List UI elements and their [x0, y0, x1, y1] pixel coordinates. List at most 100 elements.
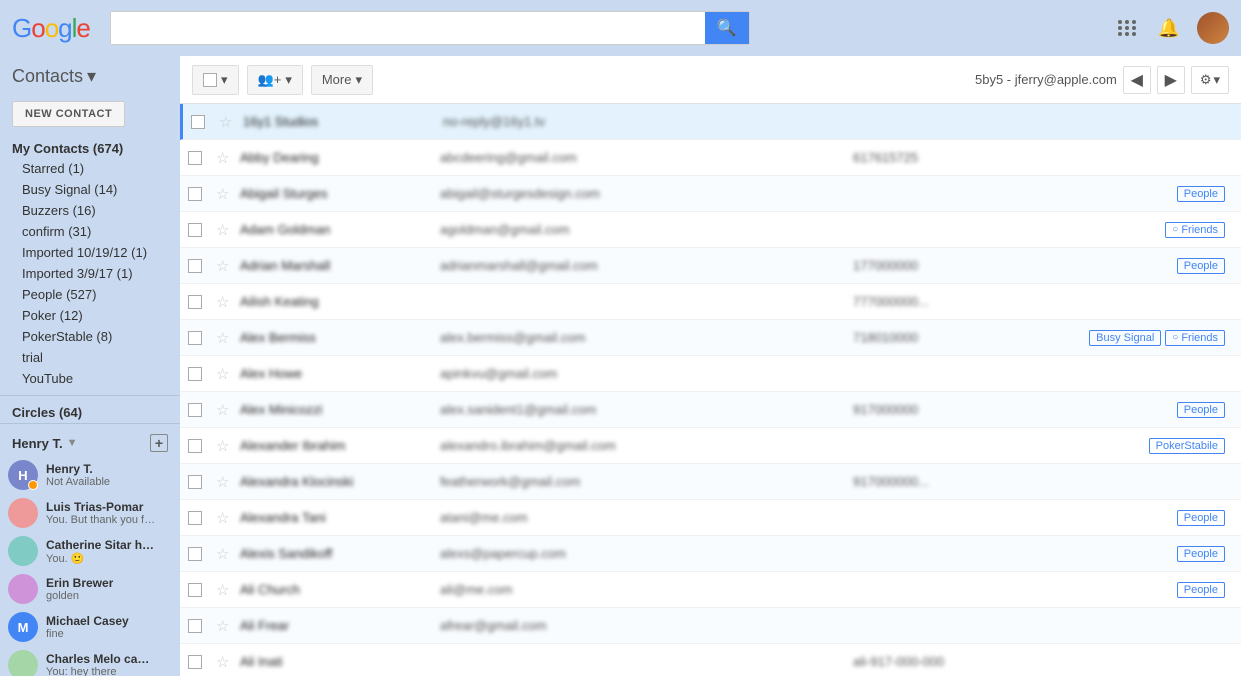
table-row[interactable]: ☆ Ali Inati ali-917-000-000	[180, 644, 1241, 676]
tag-friends[interactable]: Friends	[1165, 222, 1225, 238]
tag-people[interactable]: People	[1177, 186, 1225, 202]
row-checkbox[interactable]	[191, 115, 205, 129]
sidebar-item-imported-1[interactable]: Imported 10/19/12 (1)	[0, 242, 180, 263]
table-row[interactable]: ☆ Alex Howe apinkvu@gmail.com	[180, 356, 1241, 392]
sidebar-item-people[interactable]: People (527)	[0, 284, 180, 305]
table-row[interactable]: ☆ Ali Church ali@me.com People	[180, 572, 1241, 608]
select-checkbox[interactable]	[203, 73, 217, 87]
tag-people[interactable]: People	[1177, 510, 1225, 526]
select-dropdown-icon: ▾	[221, 72, 228, 88]
sidebar-item-imported-2[interactable]: Imported 3/9/17 (1)	[0, 263, 180, 284]
table-row[interactable]: ☆ Ailish Keating 777000000...	[180, 284, 1241, 320]
star-icon[interactable]: ☆	[219, 113, 243, 131]
table-row[interactable]: ☆ Alexander Ibrahim alexandro.ibrahim@gm…	[180, 428, 1241, 464]
apps-icon[interactable]	[1113, 14, 1141, 42]
sidebar-item-poker[interactable]: Poker (12)	[0, 305, 180, 326]
star-icon[interactable]: ☆	[216, 329, 240, 347]
tag-pokerstabile[interactable]: PokerStabile	[1149, 438, 1225, 454]
my-contacts-group[interactable]: My Contacts (674)	[0, 135, 180, 158]
row-checkbox[interactable]	[188, 403, 202, 417]
chat-item-luis[interactable]: Luis Trias-Pomar You. But thank you fo..…	[0, 494, 180, 532]
chat-item-catherine[interactable]: Catherine Sitar han... You. 🙂	[0, 532, 180, 570]
contact-name: Alexandra Klocinski	[240, 474, 440, 489]
sidebar-item-buzzers[interactable]: Buzzers (16)	[0, 200, 180, 221]
chat-item-michael[interactable]: M Michael Casey fine	[0, 608, 180, 646]
star-icon[interactable]: ☆	[216, 581, 240, 599]
row-checkbox[interactable]	[188, 151, 202, 165]
row-checkbox[interactable]	[188, 439, 202, 453]
contact-name: Ali Church	[240, 582, 440, 597]
row-checkbox[interactable]	[188, 547, 202, 561]
table-row[interactable]: ☆ Alex Minicozzi alex.sanident1@gmail.co…	[180, 392, 1241, 428]
table-row[interactable]: ☆ Alexis Sandikoff alexs@papercup.com Pe…	[180, 536, 1241, 572]
star-icon[interactable]: ☆	[216, 149, 240, 167]
row-checkbox[interactable]	[188, 295, 202, 309]
row-checkbox[interactable]	[188, 187, 202, 201]
row-checkbox[interactable]	[188, 259, 202, 273]
row-checkbox[interactable]	[188, 655, 202, 669]
star-icon[interactable]: ☆	[216, 221, 240, 239]
table-row[interactable]: ☆ Abigail Sturges abigail@sturgesdesign.…	[180, 176, 1241, 212]
luis-info: Luis Trias-Pomar You. But thank you fo..…	[46, 500, 156, 526]
table-row[interactable]: ☆ 16y1 Studios no-reply@16y1.tv	[180, 104, 1241, 140]
tag-people[interactable]: People	[1177, 582, 1225, 598]
star-icon[interactable]: ☆	[216, 473, 240, 491]
prev-button[interactable]: ◀	[1123, 66, 1151, 94]
tag-friends[interactable]: Friends	[1165, 330, 1225, 346]
search-input[interactable]	[111, 12, 705, 44]
contact-name: Ailish Keating	[240, 294, 440, 309]
sidebar-item-circles[interactable]: Circles (64)	[0, 402, 180, 423]
sidebar-item-confirm[interactable]: confirm (31)	[0, 221, 180, 242]
star-icon[interactable]: ☆	[216, 437, 240, 455]
more-button[interactable]: More ▾	[311, 65, 373, 95]
tag-people[interactable]: People	[1177, 402, 1225, 418]
row-checkbox[interactable]	[188, 511, 202, 525]
star-icon[interactable]: ☆	[216, 509, 240, 527]
contacts-title[interactable]: Contacts ▾	[12, 66, 168, 87]
star-icon[interactable]: ☆	[216, 185, 240, 203]
notifications-icon[interactable]: 🔔	[1155, 14, 1183, 42]
table-row[interactable]: ☆ Adrian Marshall adrianmarshall@gmail.c…	[180, 248, 1241, 284]
sidebar-item-busy-signal[interactable]: Busy Signal (14)	[0, 179, 180, 200]
star-icon[interactable]: ☆	[216, 257, 240, 275]
chat-item-henry[interactable]: H Henry T. Not Available	[0, 456, 180, 494]
star-icon[interactable]: ☆	[216, 401, 240, 419]
table-row[interactable]: ☆ Adam Goldman agoldman@gmail.com Friend…	[180, 212, 1241, 248]
sidebar-item-pokerstable[interactable]: PokerStable (8)	[0, 326, 180, 347]
add-person-button[interactable]: 👥+ ▾	[247, 65, 303, 95]
row-checkbox[interactable]	[188, 475, 202, 489]
chat-item-charles[interactable]: Charles Melo cami... You: hey there	[0, 646, 180, 676]
tag-people[interactable]: People	[1177, 258, 1225, 274]
chat-item-erin[interactable]: Erin Brewer golden	[0, 570, 180, 608]
star-icon[interactable]: ☆	[216, 293, 240, 311]
row-checkbox[interactable]	[188, 619, 202, 633]
select-button[interactable]: ▾	[192, 65, 239, 95]
new-contact-button[interactable]: NEW CONTACT	[12, 101, 125, 127]
table-row[interactable]: ☆ Alexandra Klocinski featherwork@gmail.…	[180, 464, 1241, 500]
sidebar-item-starred[interactable]: Starred (1)	[0, 158, 180, 179]
table-row[interactable]: ☆ Alexandra Tani atani@me.com People	[180, 500, 1241, 536]
avatar[interactable]	[1197, 12, 1229, 44]
table-row[interactable]: ☆ Alex Bermiss alex.bermiss@gmail.com 71…	[180, 320, 1241, 356]
row-checkbox[interactable]	[188, 367, 202, 381]
sidebar-item-youtube[interactable]: YouTube	[0, 368, 180, 389]
star-icon[interactable]: ☆	[216, 653, 240, 671]
tag-people[interactable]: People	[1177, 546, 1225, 562]
row-checkbox[interactable]	[188, 583, 202, 597]
search-button[interactable]: 🔍	[705, 12, 749, 44]
contact-name: Ali Inati	[240, 654, 440, 669]
tag-busy-signal[interactable]: Busy Signal	[1089, 330, 1161, 346]
next-button[interactable]: ▶	[1157, 66, 1185, 94]
more-label: More	[322, 72, 352, 87]
add-chat-button[interactable]: +	[150, 434, 168, 452]
row-checkbox[interactable]	[188, 223, 202, 237]
table-row[interactable]: ☆ Abby Dearing abcdeering@gmail.com 6176…	[180, 140, 1241, 176]
contact-tags: PokerStabile	[1013, 438, 1233, 454]
sidebar-item-trial[interactable]: trial	[0, 347, 180, 368]
settings-button[interactable]: ⚙ ▾	[1191, 66, 1229, 94]
star-icon[interactable]: ☆	[216, 545, 240, 563]
star-icon[interactable]: ☆	[216, 365, 240, 383]
table-row[interactable]: ☆ Ali Frear afrear@gmail.com	[180, 608, 1241, 644]
row-checkbox[interactable]	[188, 331, 202, 345]
star-icon[interactable]: ☆	[216, 617, 240, 635]
